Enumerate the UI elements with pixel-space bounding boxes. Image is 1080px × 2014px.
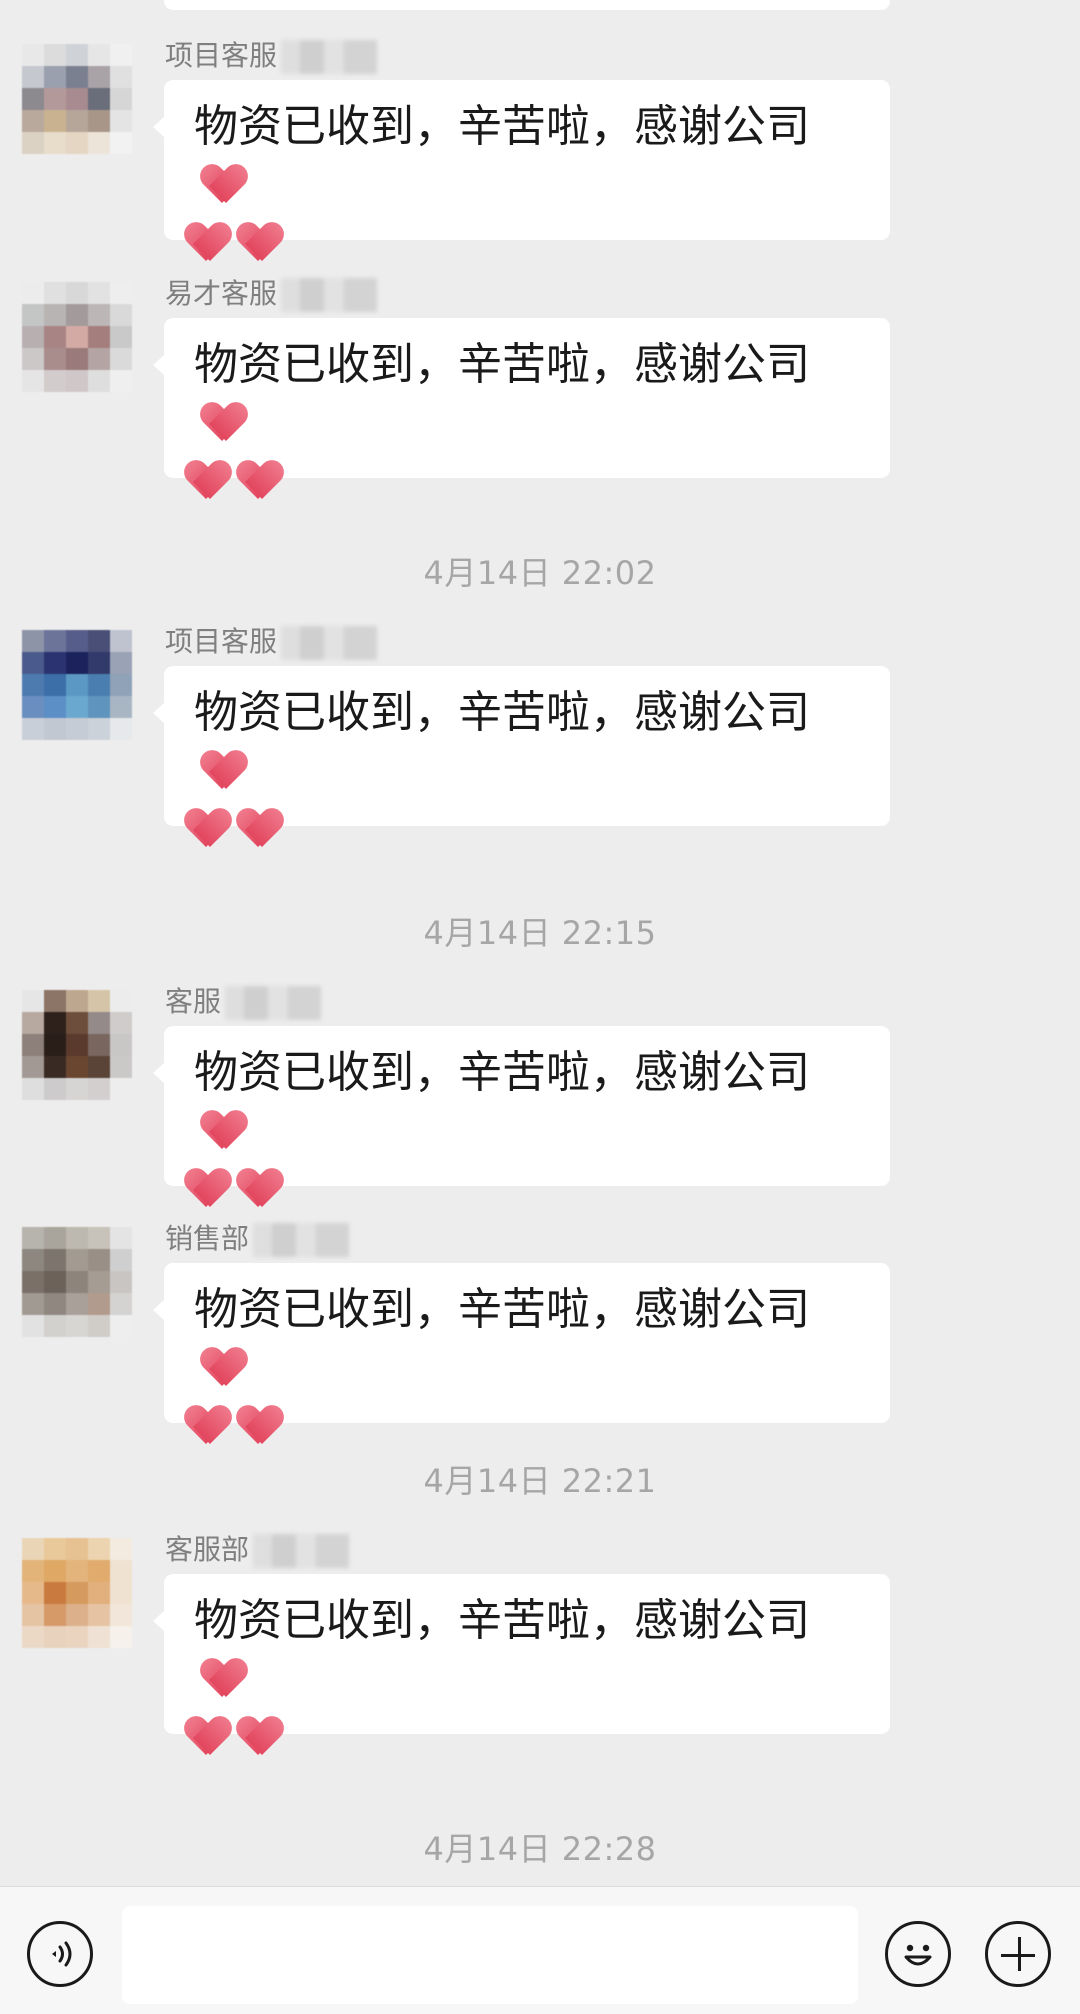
message-bubble[interactable]: 物资已收到，辛苦啦，感谢公司 bbox=[153, 318, 890, 478]
chat-message: 客服部物资已收到，辛苦啦，感谢公司 bbox=[0, 1528, 1080, 1738]
heart-row bbox=[186, 1397, 860, 1455]
sender-name-text: 易才客服 bbox=[165, 277, 278, 310]
plus-icon-v bbox=[1017, 1937, 1021, 1971]
chat-message: 客服物资已收到，辛苦啦，感谢公司 bbox=[0, 980, 1080, 1190]
sender-name-text: 客服 bbox=[165, 985, 222, 1018]
message-bubble[interactable]: 物资已收到，辛苦啦，感谢公司 bbox=[153, 80, 890, 240]
heart-icon bbox=[186, 1402, 230, 1446]
sender-name: 销售部 bbox=[165, 1219, 350, 1259]
chat-message: 项目客服物资已收到，辛苦啦，感谢公司 bbox=[0, 620, 1080, 830]
sender-name: 易才客服 bbox=[165, 274, 378, 314]
heart-row bbox=[186, 800, 860, 858]
redacted-name bbox=[281, 40, 378, 74]
heart-icon bbox=[202, 399, 246, 443]
message-bubble[interactable]: 物资已收到，辛苦啦，感谢公司 bbox=[153, 666, 890, 826]
redacted-name bbox=[253, 1534, 350, 1568]
voice-wave-icon bbox=[52, 1941, 72, 1967]
previous-message-bubble-edge bbox=[164, 0, 890, 10]
input-bar bbox=[0, 1886, 1080, 2014]
heart-icon bbox=[238, 1713, 282, 1757]
chat-message: 项目客服物资已收到，辛苦啦，感谢公司 bbox=[0, 34, 1080, 244]
heart-icon bbox=[238, 1165, 282, 1209]
emoji-button[interactable] bbox=[885, 1921, 951, 1987]
sender-name: 项目客服 bbox=[165, 36, 378, 76]
avatar[interactable] bbox=[22, 282, 132, 392]
message-text: 物资已收到，辛苦啦，感谢公司 bbox=[194, 1047, 810, 1098]
heart-icon bbox=[238, 219, 282, 263]
sender-name: 客服部 bbox=[165, 1530, 350, 1570]
timestamp: 4月14日 22:21 bbox=[423, 1462, 657, 1500]
timestamp: 4月14日 22:02 bbox=[423, 554, 657, 592]
heart-row bbox=[186, 452, 860, 510]
heart-icon bbox=[186, 1165, 230, 1209]
sender-name-text: 销售部 bbox=[165, 1222, 250, 1255]
heart-icon bbox=[202, 1655, 246, 1699]
avatar[interactable] bbox=[22, 1227, 132, 1337]
heart-icon bbox=[238, 805, 282, 849]
message-bubble[interactable]: 物资已收到，辛苦啦，感谢公司 bbox=[153, 1574, 890, 1734]
message-text: 物资已收到，辛苦啦，感谢公司 bbox=[194, 1595, 810, 1646]
message-bubble[interactable]: 物资已收到，辛苦啦，感谢公司 bbox=[153, 1263, 890, 1423]
heart-icon bbox=[186, 805, 230, 849]
message-input[interactable] bbox=[122, 1906, 858, 2004]
heart-icon bbox=[186, 457, 230, 501]
sender-name-text: 项目客服 bbox=[165, 625, 278, 658]
voice-input-button[interactable] bbox=[27, 1921, 93, 1987]
avatar[interactable] bbox=[22, 990, 132, 1100]
heart-icon bbox=[202, 1107, 246, 1151]
heart-icon bbox=[202, 747, 246, 791]
heart-icon bbox=[202, 1344, 246, 1388]
heart-icon bbox=[186, 1713, 230, 1757]
sender-name-text: 客服部 bbox=[165, 1533, 250, 1566]
chat-message: 易才客服物资已收到，辛苦啦，感谢公司 bbox=[0, 272, 1080, 482]
avatar[interactable] bbox=[22, 1538, 132, 1648]
message-text: 物资已收到，辛苦啦，感谢公司 bbox=[194, 339, 810, 390]
sender-name: 客服 bbox=[165, 982, 322, 1022]
chat-message: 销售部物资已收到，辛苦啦，感谢公司 bbox=[0, 1217, 1080, 1427]
timestamp: 4月14日 22:28 bbox=[423, 1830, 657, 1868]
heart-icon bbox=[238, 457, 282, 501]
heart-row bbox=[186, 1160, 860, 1218]
avatar[interactable] bbox=[22, 44, 132, 154]
redacted-name bbox=[225, 986, 322, 1020]
sender-name-text: 项目客服 bbox=[165, 39, 278, 72]
redacted-name bbox=[281, 278, 378, 312]
redacted-name bbox=[281, 626, 378, 660]
sender-name: 项目客服 bbox=[165, 622, 378, 662]
timestamp: 4月14日 22:15 bbox=[423, 914, 657, 952]
message-text: 物资已收到，辛苦啦，感谢公司 bbox=[194, 687, 810, 738]
message-text: 物资已收到，辛苦啦，感谢公司 bbox=[194, 101, 810, 152]
heart-row bbox=[186, 1708, 860, 1766]
heart-row bbox=[186, 214, 860, 272]
message-bubble[interactable]: 物资已收到，辛苦啦，感谢公司 bbox=[153, 1026, 890, 1186]
message-text: 物资已收到，辛苦啦，感谢公司 bbox=[194, 1284, 810, 1335]
heart-icon bbox=[238, 1402, 282, 1446]
heart-icon bbox=[202, 161, 246, 205]
redacted-name bbox=[253, 1223, 350, 1257]
smiley-face-icon bbox=[904, 1944, 932, 1966]
heart-icon bbox=[186, 219, 230, 263]
chat-message-list[interactable]: 项目客服 物资已收到，辛苦啦，感谢公司 易才客服 物资已收到，辛苦啦，感谢公司 4月14… bbox=[0, 0, 1080, 1886]
more-options-button[interactable] bbox=[985, 1921, 1051, 1987]
avatar[interactable] bbox=[22, 630, 132, 740]
